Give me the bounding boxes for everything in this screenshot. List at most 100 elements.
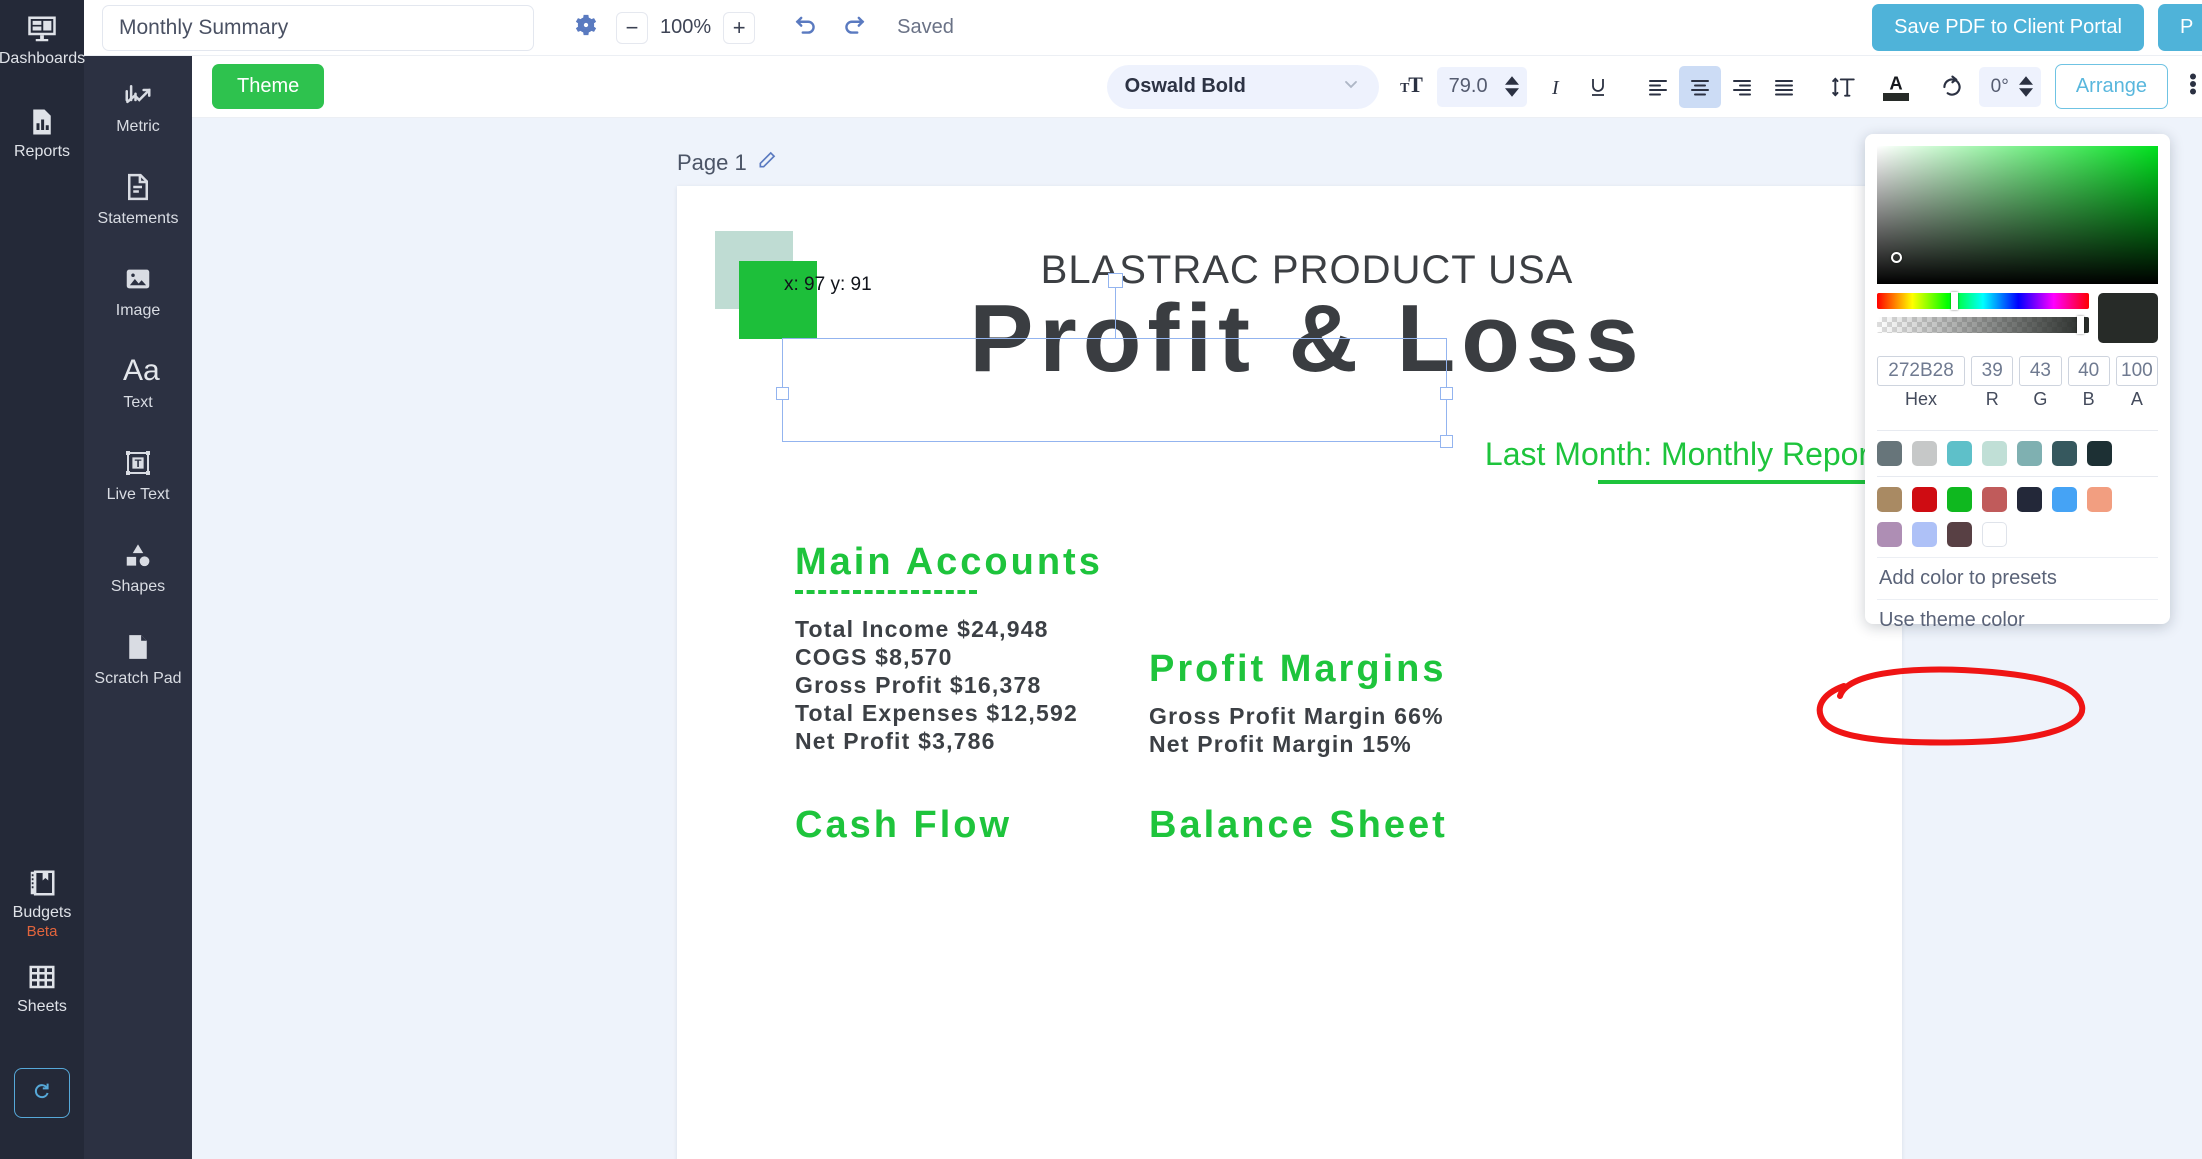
font-size-control: T T 79.0 bbox=[1399, 66, 1527, 107]
hex-input[interactable] bbox=[1877, 356, 1966, 386]
align-left-button[interactable] bbox=[1637, 66, 1679, 108]
preset-color-swatch[interactable] bbox=[1982, 487, 2007, 512]
tool-live-text[interactable]: T Live Text bbox=[84, 448, 192, 504]
tool-shapes[interactable]: Shapes bbox=[84, 540, 192, 596]
color-picker-popover[interactable]: Hex R G B A bbox=[1865, 134, 2170, 631]
tool-label: Text bbox=[123, 394, 153, 411]
line-item: Gross Profit $16,378 bbox=[795, 672, 1042, 698]
more-options-button[interactable] bbox=[2184, 69, 2202, 104]
preset-color-swatch[interactable] bbox=[1877, 487, 1902, 512]
sheets-icon bbox=[27, 962, 57, 992]
theme-color-swatch[interactable] bbox=[2017, 441, 2042, 466]
font-size-stepper[interactable] bbox=[1504, 76, 1519, 97]
underline-button[interactable] bbox=[1577, 66, 1619, 108]
zoom-out-button[interactable]: − bbox=[616, 11, 648, 44]
tool-image[interactable]: Image bbox=[84, 264, 192, 320]
chevron-down-icon bbox=[1341, 74, 1361, 99]
add-color-to-presets-button[interactable]: Add color to presets bbox=[1877, 558, 2158, 599]
document-title-input[interactable] bbox=[102, 4, 534, 51]
green-label: G bbox=[2033, 389, 2048, 409]
redo-button[interactable] bbox=[841, 12, 867, 43]
preset-color-swatch[interactable] bbox=[1912, 522, 1937, 547]
align-justify-button[interactable] bbox=[1763, 66, 1805, 108]
theme-button[interactable]: Theme bbox=[212, 64, 325, 109]
line-item: Gross Profit Margin 66% bbox=[1149, 703, 1444, 729]
use-theme-color-button[interactable]: Use theme color bbox=[1877, 600, 2158, 641]
alpha-input[interactable] bbox=[2115, 356, 2158, 386]
save-pdf-button[interactable]: Save PDF to Client Portal bbox=[1872, 4, 2144, 51]
settings-gear-button[interactable] bbox=[572, 14, 600, 42]
theme-color-swatch[interactable] bbox=[1912, 441, 1937, 466]
alpha-slider[interactable] bbox=[1877, 316, 2089, 334]
hue-slider-knob[interactable] bbox=[1951, 292, 1958, 310]
align-right-button[interactable] bbox=[1721, 66, 1763, 108]
tool-label: Image bbox=[115, 302, 161, 319]
report-title[interactable]: Profit & Loss bbox=[787, 284, 1827, 394]
preset-color-swatch[interactable] bbox=[1877, 522, 1902, 547]
sidebar-item-budgets[interactable]: Budgets Beta bbox=[0, 868, 84, 940]
preset-color-swatch[interactable] bbox=[2052, 487, 2077, 512]
tool-label: Live Text bbox=[106, 486, 170, 503]
tool-text[interactable]: Aa Text bbox=[84, 356, 192, 412]
preset-color-swatch[interactable] bbox=[2017, 487, 2042, 512]
preset-color-swatch[interactable] bbox=[1947, 487, 1972, 512]
theme-color-swatch[interactable] bbox=[1877, 441, 1902, 466]
presets-divider-top bbox=[1877, 430, 2158, 431]
line-item: Net Profit $3,786 bbox=[795, 728, 996, 754]
arrange-button[interactable]: Arrange bbox=[2054, 64, 2168, 109]
edit-pencil-icon[interactable] bbox=[757, 150, 777, 176]
shapes-icon bbox=[123, 540, 153, 570]
subtitle-rule bbox=[1598, 480, 1878, 484]
blue-input[interactable] bbox=[2067, 356, 2110, 386]
red-label: R bbox=[1985, 389, 1999, 409]
alpha-slider-knob[interactable] bbox=[2077, 316, 2084, 334]
preset-color-swatch[interactable] bbox=[1982, 522, 2007, 547]
preset-swatch-row-1 bbox=[1877, 487, 2158, 512]
saturation-value-area[interactable] bbox=[1877, 146, 2158, 284]
theme-color-swatch[interactable] bbox=[1947, 441, 1972, 466]
alpha-label: A bbox=[2130, 389, 2143, 409]
theme-color-swatch[interactable] bbox=[1982, 441, 2007, 466]
sidebar-item-dashboards[interactable]: Dashboards bbox=[0, 14, 85, 69]
preset-color-swatch[interactable] bbox=[2087, 487, 2112, 512]
text-color-button[interactable]: A bbox=[1875, 66, 1917, 108]
preset-color-swatch[interactable] bbox=[1912, 487, 1937, 512]
font-family-select[interactable]: Oswald Bold bbox=[1106, 64, 1379, 109]
primary-nav-rail: Dashboards Reports Budgets Beta Sheets bbox=[0, 0, 85, 1159]
line-height-button[interactable] bbox=[1823, 66, 1865, 108]
theme-color-swatch[interactable] bbox=[2052, 441, 2077, 466]
undo-button[interactable] bbox=[793, 12, 819, 43]
report-page[interactable]: BLASTRAC PRODUCT USA Profit & Loss Last … bbox=[677, 186, 1902, 1159]
secondary-action-button[interactable]: P bbox=[2158, 4, 2202, 51]
preset-color-swatch[interactable] bbox=[1947, 522, 1972, 547]
text-color-swatch bbox=[1882, 92, 1909, 101]
budgets-icon bbox=[27, 868, 57, 898]
rotation-field[interactable]: 0° bbox=[1978, 66, 2041, 107]
font-size-field[interactable]: 79.0 bbox=[1436, 66, 1527, 107]
sidebar-item-label: Reports bbox=[13, 143, 71, 160]
hue-slider[interactable] bbox=[1877, 292, 2089, 310]
tool-label: Scratch Pad bbox=[94, 670, 182, 687]
sidebar-item-reports[interactable]: Reports bbox=[0, 107, 84, 162]
theme-swatch-row bbox=[1877, 441, 2158, 466]
tool-statements[interactable]: Statements bbox=[84, 172, 192, 228]
refresh-button[interactable] bbox=[14, 1068, 70, 1118]
zoom-in-button[interactable]: + bbox=[723, 11, 756, 44]
sidebar-item-sheets[interactable]: Sheets bbox=[0, 962, 84, 1017]
color-sliders bbox=[1877, 292, 2158, 343]
image-icon bbox=[123, 264, 153, 294]
theme-color-swatch[interactable] bbox=[2087, 441, 2112, 466]
preset-swatch-row-2 bbox=[1877, 522, 2158, 547]
page-label-text: Page 1 bbox=[677, 150, 747, 175]
italic-button[interactable]: I bbox=[1535, 66, 1577, 108]
align-center-button[interactable] bbox=[1678, 65, 1721, 108]
tool-label: Statements bbox=[97, 210, 179, 227]
tool-metric[interactable]: Metric bbox=[84, 80, 192, 136]
color-picker-handle[interactable] bbox=[1891, 252, 1902, 263]
red-input[interactable] bbox=[1971, 356, 2014, 386]
green-input[interactable] bbox=[2019, 356, 2062, 386]
rotation-stepper[interactable] bbox=[2018, 76, 2033, 97]
tool-scratch-pad[interactable]: Scratch Pad bbox=[84, 632, 192, 688]
top-bar-actions: Save PDF to Client Portal P bbox=[1872, 4, 2202, 51]
rotate-button[interactable] bbox=[1931, 66, 1973, 108]
